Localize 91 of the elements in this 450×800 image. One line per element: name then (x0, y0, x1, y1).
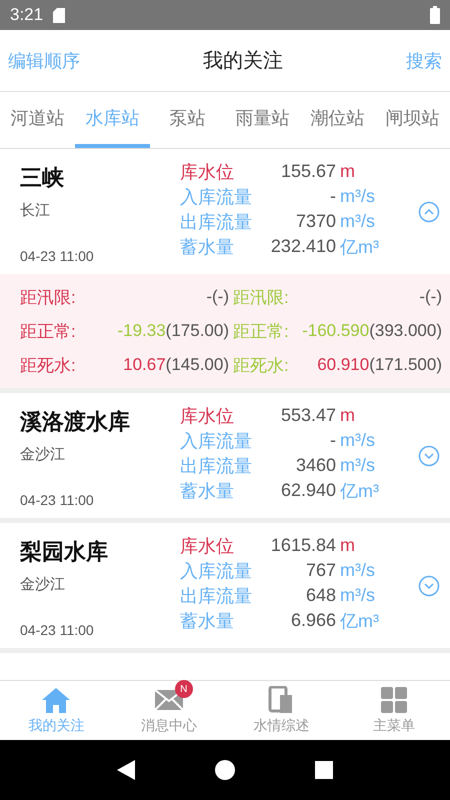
nav-item[interactable]: 我的关注 (0, 681, 112, 740)
station-tab[interactable]: 潮位站 (300, 92, 375, 148)
metric-label: 出库流量 (180, 210, 253, 234)
page-title: 我的关注 (203, 49, 283, 74)
collapse-icon[interactable] (418, 200, 440, 222)
home-button-icon[interactable] (215, 760, 235, 780)
metric-unit: 亿m³ (340, 236, 380, 258)
nav-item[interactable]: 水情综述 (225, 681, 338, 740)
nav-item[interactable]: 主菜单 (338, 681, 450, 740)
update-time: 04-23 11:00 (20, 622, 95, 638)
river-name: 长江 (20, 201, 51, 221)
edit-order-link[interactable]: 编辑顺序 (8, 48, 80, 72)
sd-card-icon (53, 8, 66, 22)
detail-value: -160.590 (302, 321, 370, 341)
back-icon[interactable] (117, 760, 135, 780)
nav-item[interactable]: N 消息中心 (112, 681, 225, 740)
metric-label: 蓄水量 (180, 480, 235, 502)
metric-value: 6.966 (290, 610, 337, 631)
station-card[interactable]: 溪洛渡水库 金沙江 04-23 11:00 库水位 553.47 m 入库流量 - m³/s 出库流量 3460 m³/s 蓄水量 62.940 亿m³ (0, 393, 450, 523)
expand-icon[interactable] (418, 574, 440, 596)
detail-label: 距汛限: (233, 286, 289, 308)
notification-badge: N (174, 680, 193, 698)
metric-label: 库水位 (180, 534, 235, 558)
status-time: 3:21 (10, 5, 44, 25)
detail-value: - (206, 287, 212, 307)
home-icon (41, 686, 72, 714)
metric-label: 蓄水量 (180, 610, 235, 632)
river-name: 金沙江 (20, 575, 66, 595)
metric-unit: m (340, 535, 356, 556)
station-name: 三峡 (20, 164, 65, 192)
detail-label: 距汛限: (20, 286, 76, 308)
detail-reference: (171.500) (369, 355, 442, 375)
station-card[interactable]: 三峡 长江 04-23 11:00 库水位 155.67 m 入库流量 - m³/s 出库流量 7370 m³/s 蓄水量 232.410 亿m³ 距汛限: -(-) 距正常: -19.33(175.00) 距死水: 10.67(145.00) 距汛限: -(-) 距正常: -160.590(393.000) 距死水: 60.910(171.500) (0, 149, 450, 393)
metric-label: 库水位 (180, 160, 235, 184)
metric-value: - (329, 186, 337, 207)
station-card[interactable]: 梨园水库 金沙江 04-23 11:00 库水位 1615.84 m 入库流量 767 m³/s 出库流量 648 m³/s 蓄水量 6.966 亿m³ (0, 523, 450, 653)
metric-value: - (329, 430, 337, 451)
river-name: 金沙江 (20, 445, 66, 465)
detail-value: 10.67 (123, 355, 166, 375)
detail-value: -19.33 (117, 321, 166, 341)
detail-value: - (419, 287, 426, 307)
metric-value: 3460 (294, 455, 337, 476)
metric-unit: m³/s (340, 186, 376, 207)
detail-value: 60.910 (317, 355, 370, 375)
search-link[interactable]: 搜索 (406, 48, 442, 72)
update-time: 04-23 11:00 (20, 248, 95, 264)
metric-unit: m³/s (340, 211, 376, 232)
metric-label: 入库流量 (180, 560, 253, 582)
detail-label: 距死水: (233, 354, 289, 376)
station-tab[interactable]: 水库站 (75, 92, 150, 148)
update-time: 04-23 11:00 (20, 492, 95, 508)
metric-value: 648 (304, 585, 337, 606)
expand-icon[interactable] (418, 444, 440, 466)
detail-label: 距正常: (233, 320, 289, 342)
metric-label: 入库流量 (180, 430, 253, 452)
detail-reference: (-) (425, 287, 442, 307)
metric-label: 出库流量 (180, 454, 253, 478)
metric-label: 蓄水量 (180, 236, 235, 258)
metric-unit: m³/s (340, 455, 376, 476)
metric-label: 库水位 (180, 404, 235, 428)
document-icon (268, 686, 294, 714)
metric-unit: m (340, 161, 356, 182)
metric-unit: 亿m³ (340, 480, 380, 502)
grid-icon (380, 687, 407, 713)
metric-unit: m³/s (340, 585, 376, 606)
metric-value: 232.410 (270, 236, 337, 257)
metric-unit: 亿m³ (340, 610, 380, 632)
metric-value: 155.67 (280, 161, 337, 182)
detail-reference: (145.00) (166, 355, 229, 375)
detail-reference: (175.00) (166, 321, 229, 341)
detail-reference: (-) (212, 287, 229, 307)
metric-label: 出库流量 (180, 584, 253, 608)
metric-value: 767 (304, 560, 337, 581)
station-tab[interactable]: 河道站 (0, 92, 75, 148)
metric-unit: m³/s (340, 430, 376, 451)
station-tab[interactable]: 泵站 (150, 92, 225, 148)
metric-label: 入库流量 (180, 186, 253, 208)
station-name: 梨园水库 (20, 538, 109, 566)
detail-reference: (393.000) (369, 321, 442, 341)
station-tab[interactable]: 雨量站 (225, 92, 300, 148)
detail-label: 距死水: (20, 354, 76, 376)
metric-value: 62.940 (280, 480, 337, 501)
metric-value: 7370 (294, 211, 337, 232)
detail-label: 距正常: (20, 320, 76, 342)
metric-value: 553.47 (280, 405, 337, 426)
metric-unit: m (340, 405, 356, 426)
battery-icon (430, 6, 440, 24)
station-tab[interactable]: 闸坝站 (375, 92, 450, 148)
station-name: 溪洛渡水库 (20, 408, 131, 436)
metric-unit: m³/s (340, 560, 376, 581)
metric-value: 1615.84 (270, 535, 337, 556)
